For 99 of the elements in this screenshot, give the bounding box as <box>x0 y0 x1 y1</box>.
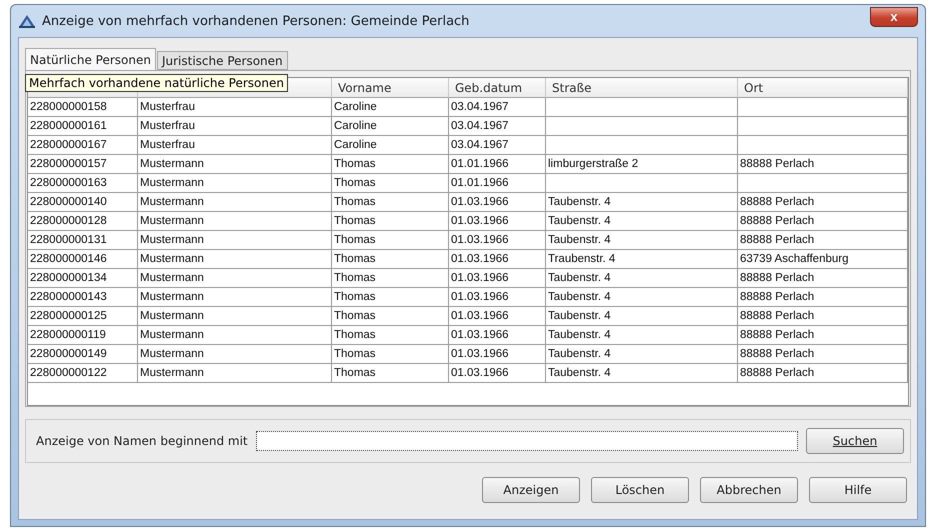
table-cell: 01.03.1966 <box>449 288 546 307</box>
table-cell: Musterfrau <box>138 98 332 117</box>
table-cell: Taubenstr. 4 <box>546 307 738 326</box>
table-cell: Taubenstr. 4 <box>546 269 738 288</box>
table-cell: 228000000158 <box>28 98 138 117</box>
table-cell: 228000000125 <box>28 307 138 326</box>
table-cell: 228000000157 <box>28 155 138 174</box>
table-cell: Taubenstr. 4 <box>546 326 738 345</box>
dialog-button[interactable]: Abbrechen <box>700 477 798 503</box>
table-cell: Taubenstr. 4 <box>546 231 738 250</box>
table-cell: Mustermann <box>138 269 332 288</box>
table-cell: Taubenstr. 4 <box>546 288 738 307</box>
tooltip: Mehrfach vorhandene natürliche Personen <box>25 74 288 92</box>
window-title: Anzeige von mehrfach vorhandenen Personen: Gemeinde Perlach <box>42 14 470 28</box>
table-cell: Mustermann <box>138 174 332 193</box>
table-cell: 228000000149 <box>28 345 138 364</box>
table-cell: 01.03.1966 <box>449 345 546 364</box>
table-cell: Mustermann <box>138 231 332 250</box>
table-cell: 88888 Perlach <box>738 155 908 174</box>
tab[interactable]: Juristische Personen <box>156 51 288 70</box>
table-cell: 88888 Perlach <box>738 364 908 383</box>
table-cell: limburgerstraße 2 <box>546 155 738 174</box>
table-cell: Thomas <box>332 155 449 174</box>
table-cell: Thomas <box>332 269 449 288</box>
table-cell: Taubenstr. 4 <box>546 193 738 212</box>
table-cell: Thomas <box>332 288 449 307</box>
table-cell: 03.04.1967 <box>449 98 546 117</box>
table-cell: Mustermann <box>138 307 332 326</box>
table-cell: Thomas <box>332 193 449 212</box>
table-cell: 88888 Perlach <box>738 231 908 250</box>
table-cell: 88888 Perlach <box>738 288 908 307</box>
table-cell: Thomas <box>332 250 449 269</box>
table-cell: Taubenstr. 4 <box>546 345 738 364</box>
table-cell: 63739 Aschaffenburg <box>738 250 908 269</box>
table-cell: 01.03.1966 <box>449 307 546 326</box>
table-cell: 01.03.1966 <box>449 269 546 288</box>
table-cell: 88888 Perlach <box>738 307 908 326</box>
table-cell: 88888 Perlach <box>738 212 908 231</box>
table-cell: Caroline <box>332 98 449 117</box>
table-cell: Mustermann <box>138 250 332 269</box>
table-cell: 01.01.1966 <box>449 174 546 193</box>
table-cell: Mustermann <box>138 212 332 231</box>
table-cell: 01.03.1966 <box>449 250 546 269</box>
table-cell: 01.03.1966 <box>449 326 546 345</box>
table-cell: 88888 Perlach <box>738 193 908 212</box>
table-cell: Thomas <box>332 212 449 231</box>
table-cell: 03.04.1967 <box>449 136 546 155</box>
table-cell: Mustermann <box>138 326 332 345</box>
table-cell: Caroline <box>332 136 449 155</box>
column-header[interactable]: Geb.datum <box>449 78 546 98</box>
table-cell: 228000000134 <box>28 269 138 288</box>
table-cell: 01.03.1966 <box>449 364 546 383</box>
table-cell: 01.03.1966 <box>449 212 546 231</box>
search-field[interactable] <box>256 431 798 451</box>
table-cell: 228000000131 <box>28 231 138 250</box>
table-cell: Thomas <box>332 326 449 345</box>
table-cell: Thomas <box>332 174 449 193</box>
table-cell: 228000000146 <box>28 250 138 269</box>
close-button[interactable]: x <box>870 7 918 27</box>
table-cell: Mustermann <box>138 345 332 364</box>
table-cell: 01.03.1966 <box>449 231 546 250</box>
table-cell: Mustermann <box>138 288 332 307</box>
table-cell: Mustermann <box>138 364 332 383</box>
table-cell: 228000000163 <box>28 174 138 193</box>
table-cell: Musterfrau <box>138 136 332 155</box>
table-cell: 228000000119 <box>28 326 138 345</box>
dialog-button[interactable]: Anzeigen <box>482 477 580 503</box>
search-button[interactable]: Suchen <box>806 428 904 454</box>
table-cell: 228000000128 <box>28 212 138 231</box>
table-cell: 88888 Perlach <box>738 345 908 364</box>
dialog-button[interactable]: Hilfe <box>809 477 907 503</box>
table-cell: 228000000161 <box>28 117 138 136</box>
table-cell: Thomas <box>332 231 449 250</box>
table-cell: 228000000143 <box>28 288 138 307</box>
column-header[interactable]: Ort <box>738 78 908 98</box>
table-cell: Mustermann <box>138 155 332 174</box>
tab[interactable]: Natürliche Personen <box>25 48 156 70</box>
table-cell: Thomas <box>332 307 449 326</box>
table-cell: Thomas <box>332 345 449 364</box>
table-cell: Mustermann <box>138 193 332 212</box>
table-cell: 88888 Perlach <box>738 269 908 288</box>
table-cell: 88888 Perlach <box>738 326 908 345</box>
table-cell: 228000000167 <box>28 136 138 155</box>
search-label: Anzeige von Namen beginnend mit <box>36 434 248 448</box>
app-logo-icon <box>18 13 36 29</box>
column-header[interactable]: Straße <box>546 78 738 98</box>
table-cell: 228000000140 <box>28 193 138 212</box>
table-cell: Thomas <box>332 364 449 383</box>
table-cell: Musterfrau <box>138 117 332 136</box>
table-cell: 03.04.1967 <box>449 117 546 136</box>
table-cell: Taubenstr. 4 <box>546 364 738 383</box>
table-cell: 01.03.1966 <box>449 193 546 212</box>
dialog-button[interactable]: Löschen <box>591 477 689 503</box>
table-cell: Caroline <box>332 117 449 136</box>
column-header[interactable]: Vorname <box>332 78 449 98</box>
table-cell: 01.01.1966 <box>449 155 546 174</box>
table-cell: Traubenstr. 4 <box>546 250 738 269</box>
table-cell: Taubenstr. 4 <box>546 212 738 231</box>
table-cell: 228000000122 <box>28 364 138 383</box>
